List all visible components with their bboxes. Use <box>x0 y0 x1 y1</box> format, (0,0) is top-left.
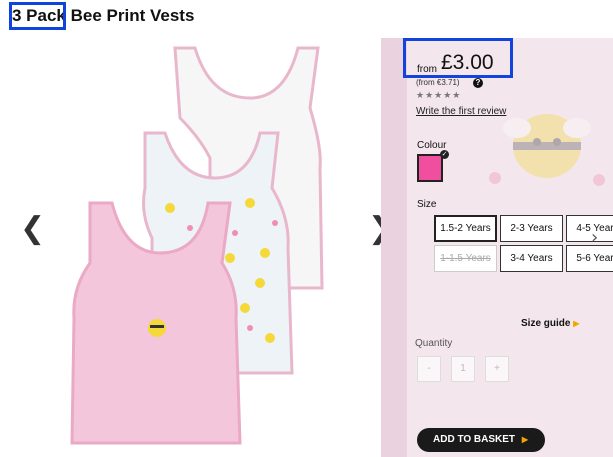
size-option[interactable]: 5-6 Years <box>566 245 613 272</box>
arrow-right-icon: ▶ <box>521 435 528 444</box>
quantity-plus-button[interactable]: + <box>485 356 509 382</box>
arrow-right-icon: ▶ <box>573 319 580 328</box>
rating-stars: ★★★★★ <box>416 91 462 101</box>
quantity-minus-button[interactable]: - <box>417 356 441 382</box>
product-image <box>70 46 324 445</box>
product-title: 3 Pack Bee Print Vests <box>12 6 194 26</box>
size-label: Size <box>417 199 437 210</box>
size-option[interactable]: 2-3 Years <box>500 215 563 242</box>
panel-strip <box>381 38 407 457</box>
product-gallery: ❮ ❯ <box>0 38 393 457</box>
chevron-left-icon[interactable]: ❮ <box>20 214 45 244</box>
quantity-label: Quantity <box>415 338 453 349</box>
size-guide-label: Size guide <box>521 318 571 329</box>
price-amount: £3.00 <box>441 51 494 74</box>
add-to-basket-button[interactable]: ADD TO BASKET ▶ <box>417 428 545 452</box>
title-highlight: 3 Pack <box>12 6 66 25</box>
add-to-basket-label: ADD TO BASKET <box>433 434 516 445</box>
size-option[interactable]: 1.5-2 Years <box>434 215 497 242</box>
info-icon[interactable]: ? <box>473 78 483 88</box>
title-rest: Bee Print Vests <box>65 6 195 25</box>
price-from-label: from <box>417 64 437 75</box>
quantity-input[interactable]: 1 <box>451 356 475 382</box>
price-secondary: (from €3.71) <box>416 78 460 87</box>
product-details-panel: from £3.00 (from €3.71) ? ★★★★★ Write th… <box>381 38 613 457</box>
size-option: 1-1.5 Years <box>434 245 497 272</box>
size-option[interactable]: 4-5 Years <box>566 215 613 242</box>
chevron-right-icon[interactable]: › <box>591 227 598 248</box>
size-guide-link[interactable]: Size guide ▶ <box>521 318 579 329</box>
check-icon: ✓ <box>440 150 449 159</box>
colour-swatch-pink[interactable] <box>417 154 443 182</box>
write-review-link[interactable]: Write the first review <box>416 106 506 117</box>
size-option[interactable]: 3-4 Years <box>500 245 563 272</box>
